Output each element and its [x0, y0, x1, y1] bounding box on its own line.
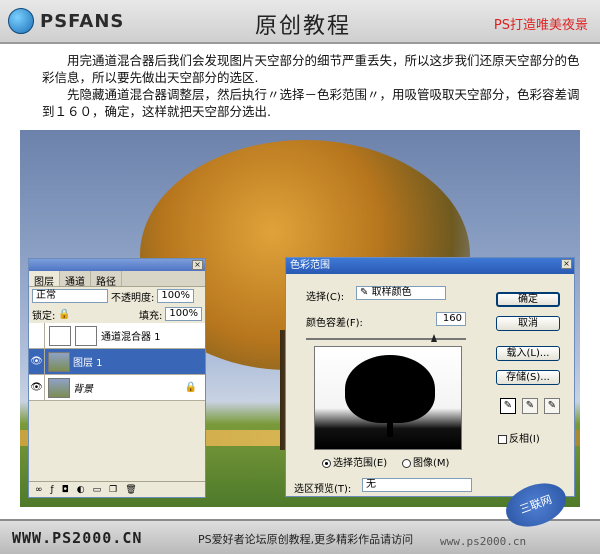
tab-channels[interactable]: 通道 [60, 271, 91, 288]
eye-icon[interactable]: 👁 [29, 348, 45, 375]
tab-paths[interactable]: 路径 [91, 271, 122, 288]
select-dropdown[interactable]: ✎ 取样颜色 [356, 286, 446, 300]
site-logo: PSFANS [8, 8, 124, 34]
fuzziness-input[interactable]: 160 [436, 312, 466, 326]
header-slogan: PS打造唯美夜景 [493, 18, 588, 33]
new-layer-icon[interactable]: ❐ [109, 485, 117, 495]
layer-row-channel-mixer[interactable]: 通道混合器 1 [29, 322, 205, 349]
radio-image[interactable]: 图像(M) [402, 454, 449, 469]
close-icon[interactable]: × [561, 259, 572, 269]
radio-button[interactable] [322, 458, 331, 468]
color-range-dialog: 色彩范围 × 选择(C): ✎ 取样颜色 颜色容差(F): 160 选择范围(E… [285, 257, 575, 497]
logo-text: PSFANS [40, 10, 125, 32]
lock-row: 锁定: 🔒 填充: 100% [29, 305, 205, 323]
preview-select[interactable]: 无 [362, 478, 472, 492]
intro-paragraph-1: 用完通道混合器后我们会发现图片天空部分的细节严重丢失，所以这步我们还原天空部分的… [42, 53, 580, 85]
footer-url[interactable]: WWW.PS2000.CN [12, 529, 142, 547]
layer-row-layer1[interactable]: 👁 图层 1 [29, 348, 205, 375]
visibility-toggle[interactable] [29, 322, 45, 349]
layer-row-background[interactable]: 👁 背景 🔒 [29, 374, 205, 401]
opacity-label: 不透明度: [111, 292, 155, 304]
radio-selection[interactable]: 选择范围(E) [322, 454, 387, 469]
fuzziness-slider[interactable] [306, 334, 466, 342]
footer-bar: WWW.PS2000.CN PS爱好者论坛原创教程,更多精彩作品请访问 www.… [0, 519, 600, 554]
link-icon[interactable]: ∞ [35, 485, 43, 495]
ok-button[interactable]: 确定 [496, 292, 560, 307]
adjustment-icon[interactable]: ◐ [77, 485, 85, 495]
header-bar: PSFANS 原创教程 PS打造唯美夜景 [0, 0, 600, 44]
opacity-input[interactable]: 100% [157, 289, 194, 303]
adjustment-thumbnail [49, 325, 71, 346]
layers-panel-toolbar: ∞ ƒ ◘ ◐ ▭ ❐ 🗑 [29, 481, 205, 497]
logo-icon [8, 8, 34, 34]
dialog-titlebar[interactable]: 色彩范围 × [286, 258, 574, 274]
layers-panel: × 图层 通道 路径 正常 不透明度: 100% 锁定: 🔒 填充: 100% … [28, 258, 206, 498]
footer-text: PS爱好者论坛原创教程,更多精彩作品请访问 [198, 533, 414, 546]
eye-icon[interactable]: 👁 [29, 374, 45, 401]
slider-handle[interactable] [431, 334, 437, 342]
checkbox[interactable] [498, 434, 507, 444]
tab-layers[interactable]: 图层 [29, 271, 60, 288]
select-label: 选择(C): [306, 292, 345, 303]
select-value: 取样颜色 [371, 287, 412, 298]
fill-label: 填充: [139, 310, 163, 322]
layers-panel-tabs: 图层 通道 路径 [29, 271, 205, 288]
radio-button[interactable] [402, 458, 411, 468]
lock-icon: 🔒 [184, 382, 197, 393]
preview-label: 选区预览(T): [294, 484, 352, 495]
blend-mode-select[interactable]: 正常 [32, 289, 108, 303]
dialog-title: 色彩范围 [290, 260, 330, 271]
page-title: 原创教程 [255, 14, 352, 39]
close-icon[interactable]: × [192, 260, 203, 270]
eyedropper-plus-icon[interactable]: ✎ [522, 398, 538, 414]
fx-icon[interactable]: ƒ [51, 485, 54, 495]
layers-panel-titlebar[interactable]: × [29, 259, 205, 271]
fill-input[interactable]: 100% [165, 307, 202, 321]
layer-name: 图层 1 [73, 358, 103, 369]
folder-icon[interactable]: ▭ [93, 485, 102, 495]
layer-name: 通道混合器 1 [101, 332, 161, 343]
invert-checkbox[interactable]: 反相(I) [498, 430, 540, 445]
mask-icon[interactable]: ◘ [62, 485, 69, 495]
layer-thumbnail [48, 377, 70, 398]
eyedropper-icon[interactable]: ✎ [500, 398, 516, 414]
trash-icon[interactable]: 🗑 [125, 485, 136, 495]
lock-icon[interactable]: 🔒 [58, 309, 70, 320]
eyedropper-minus-icon[interactable]: ✎ [544, 398, 560, 414]
selection-preview [314, 346, 462, 450]
fuzziness-label: 颜色容差(F): [306, 318, 363, 329]
cancel-button[interactable]: 取消 [496, 316, 560, 331]
save-button[interactable]: 存储(S)... [496, 370, 560, 385]
layer-name: 背景 [73, 384, 93, 395]
layer-thumbnail [48, 351, 70, 372]
page: PSFANS 原创教程 PS打造唯美夜景 用完通道混合器后我们会发现图片天空部分… [0, 0, 600, 554]
eyedropper-icon: ✎ [360, 287, 369, 298]
intro-text: 用完通道混合器后我们会发现图片天空部分的细节严重丢失，所以这步我们还原天空部分的… [42, 52, 582, 120]
load-button[interactable]: 载入(L)... [496, 346, 560, 361]
mask-thumbnail [75, 325, 97, 346]
footer-url-secondary[interactable]: www.ps2000.cn [440, 535, 526, 548]
lock-label: 锁定: [32, 310, 56, 322]
blend-row: 正常 不透明度: 100% [29, 287, 205, 305]
intro-paragraph-2: 先隐藏通道混合器调整层，然后执行〃选择－色彩范围〃，用吸管吸取天空部分，色彩容差… [42, 87, 580, 119]
